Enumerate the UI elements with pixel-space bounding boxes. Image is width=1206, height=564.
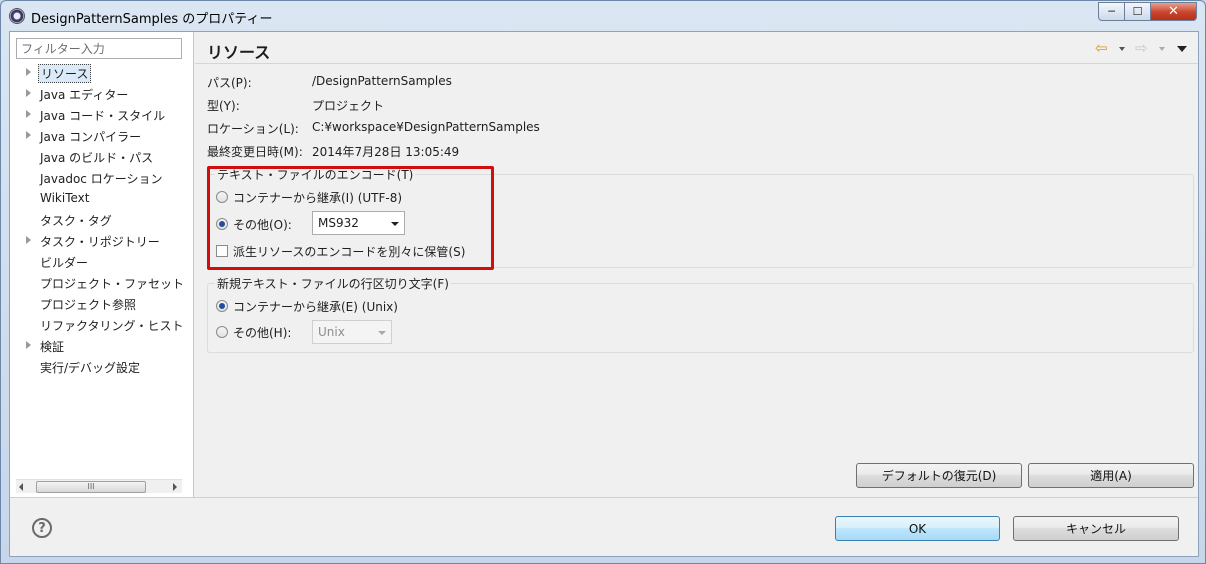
view-menu-icon[interactable] (1177, 46, 1187, 52)
expand-arrow-icon[interactable] (26, 341, 31, 349)
minimize-button[interactable]: ─ (1098, 2, 1125, 21)
apply-button[interactable]: 適用(A) (1028, 463, 1194, 488)
tree-item-label: 実行/デバッグ設定 (40, 361, 141, 375)
tree-item-javadoc-location[interactable]: Javadoc ロケーション (10, 168, 194, 189)
expand-arrow-icon[interactable] (26, 236, 31, 244)
tree-item-project-facets[interactable]: プロジェクト・ファセット (10, 273, 194, 294)
tree-item-run-debug-settings[interactable]: 実行/デバッグ設定 (10, 357, 194, 378)
scrollbar-thumb[interactable]: III (36, 481, 146, 493)
tree-item-label: 検証 (40, 340, 65, 354)
page-header: リソース ⇦ ⇨ (195, 32, 1198, 64)
tree-item-resource[interactable]: リソース (10, 63, 194, 84)
expand-arrow-icon[interactable] (26, 89, 31, 97)
type-label: 型(Y): (207, 99, 240, 113)
expand-arrow-icon[interactable] (26, 110, 31, 118)
restore-defaults-button[interactable]: デフォルトの復元(D) (856, 463, 1022, 488)
last-modified-label: 最終変更日時(M): (207, 145, 303, 159)
help-icon[interactable]: ? (32, 518, 52, 538)
tree-item-refactoring-history[interactable]: リファクタリング・ヒスト (10, 315, 194, 336)
cancel-button[interactable]: キャンセル (1013, 516, 1179, 541)
tree-item-wikitext[interactable]: WikiText (10, 189, 194, 210)
scroll-right-arrow-icon[interactable] (173, 483, 177, 491)
red-highlight-annotation (207, 166, 494, 270)
delimiter-inherit-label[interactable]: コンテナーから継承(E) (Unix) (233, 298, 398, 315)
chevron-down-icon (378, 331, 386, 335)
expand-arrow-icon[interactable] (26, 131, 31, 139)
delimiter-other-radio[interactable] (216, 326, 228, 338)
tree-item-label: リソース (38, 64, 92, 83)
eclipse-app-icon (9, 8, 25, 24)
resource-property-page: リソース ⇦ ⇨ パス(P): /DesignPatternSamples 型(… (195, 32, 1198, 497)
back-history-dropdown-icon[interactable] (1119, 47, 1125, 51)
tree-item-java-compiler[interactable]: Java コンパイラー (10, 126, 194, 147)
tree-item-validation[interactable]: 検証 (10, 336, 194, 357)
tree-item-task-tags[interactable]: タスク・タグ (10, 210, 194, 231)
ok-button[interactable]: OK (835, 516, 1000, 541)
page-title: リソース (207, 43, 271, 62)
tree-item-label: タスク・タグ (40, 214, 112, 228)
tree-item-java-build-path[interactable]: Java のビルド・パス (10, 147, 194, 168)
tree-item-label: WikiText (40, 191, 90, 205)
tree-item-label: ビルダー (40, 256, 89, 270)
location-label: ロケーション(L): (207, 122, 299, 136)
filter-input[interactable] (16, 38, 182, 59)
expand-arrow-icon[interactable] (26, 68, 31, 76)
delimiter-inherit-radio[interactable] (216, 300, 228, 312)
tree-item-label: タスク・リポジトリー (40, 235, 160, 249)
scroll-left-arrow-icon[interactable] (19, 483, 23, 491)
forward-arrow-icon[interactable]: ⇨ (1135, 41, 1148, 56)
tree-item-project-references[interactable]: プロジェクト参照 (10, 294, 194, 315)
dialog-button-bar: ? OK キャンセル (10, 497, 1198, 556)
tree-item-java-code-style[interactable]: Java コード・スタイル (10, 105, 194, 126)
path-value: /DesignPatternSamples (312, 74, 452, 88)
tree-item-label: Java コンパイラー (40, 130, 142, 144)
tree-item-label: Javadoc ロケーション (40, 172, 163, 186)
tree-item-label: Java のビルド・パス (40, 151, 154, 165)
path-label: パス(P): (207, 76, 252, 90)
delimiter-other-label[interactable]: その他(H): (233, 324, 291, 341)
title-bar[interactable]: DesignPatternSamples のプロパティー ─ ☐ ✕ (1, 1, 1205, 31)
tree-item-label: リファクタリング・ヒスト (40, 319, 184, 333)
delimiter-combo: Unix (312, 320, 392, 344)
dialog-client-area: リソース Java エディター Java コード・スタイル Java コンパイラ… (9, 31, 1199, 557)
tree-item-task-repository[interactable]: タスク・リポジトリー (10, 231, 194, 252)
tree-item-builders[interactable]: ビルダー (10, 252, 194, 273)
type-value: プロジェクト (312, 99, 385, 113)
location-value: C:¥workspace¥DesignPatternSamples (312, 120, 540, 134)
tree-item-label: Java コード・スタイル (40, 109, 166, 123)
properties-dialog: DesignPatternSamples のプロパティー ─ ☐ ✕ リソース … (0, 0, 1206, 564)
tree-horizontal-scrollbar[interactable]: III (16, 479, 182, 493)
property-page-tree-panel: リソース Java エディター Java コード・スタイル Java コンパイラ… (10, 32, 194, 497)
tree-item-java-editor[interactable]: Java エディター (10, 84, 194, 105)
back-arrow-icon[interactable]: ⇦ (1095, 41, 1108, 56)
tree-item-label: Java エディター (40, 88, 129, 102)
close-button[interactable]: ✕ (1150, 2, 1197, 21)
forward-history-dropdown-icon[interactable] (1159, 47, 1165, 51)
delimiter-combo-value: Unix (318, 325, 345, 339)
window-title: DesignPatternSamples のプロパティー (31, 12, 273, 27)
last-modified-value: 2014年7月28日 13:05:49 (312, 145, 460, 159)
tree-item-label: プロジェクト・ファセット (40, 277, 185, 291)
line-delimiter-group-title: 新規テキスト・ファイルの行区切り文字(F) (215, 275, 451, 292)
tree-item-label: プロジェクト参照 (40, 298, 137, 312)
maximize-button[interactable]: ☐ (1124, 2, 1151, 21)
